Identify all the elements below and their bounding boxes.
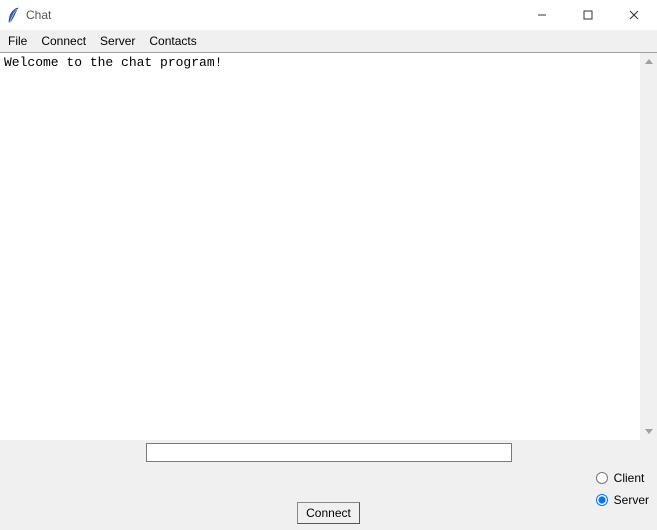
scroll-down-icon[interactable] (640, 423, 657, 440)
menu-contacts[interactable]: Contacts (149, 34, 196, 48)
message-input[interactable] (146, 443, 512, 462)
connect-button[interactable]: Connect (297, 502, 360, 524)
window-title: Chat (26, 8, 51, 22)
minimize-button[interactable] (519, 0, 565, 30)
menu-file[interactable]: File (8, 34, 27, 48)
radio-client-label: Client (614, 471, 645, 485)
menu-server[interactable]: Server (100, 34, 135, 48)
maximize-button[interactable] (565, 0, 611, 30)
bottom-panel: Client Server Connect (0, 464, 657, 530)
radio-client-input[interactable] (596, 472, 608, 484)
titlebar: Chat (0, 0, 657, 30)
close-button[interactable] (611, 0, 657, 30)
menubar: File Connect Server Contacts (0, 30, 657, 52)
app-window: Chat File Connect Server Contacts (0, 0, 657, 530)
chat-log[interactable] (0, 53, 640, 440)
app-icon (6, 6, 20, 24)
scrollbar[interactable] (640, 53, 657, 440)
menu-connect[interactable]: Connect (41, 34, 86, 48)
chat-area (0, 52, 657, 440)
connect-row: Connect (0, 502, 657, 524)
input-row (0, 440, 657, 464)
radio-client[interactable]: Client (594, 468, 649, 488)
scroll-up-icon[interactable] (640, 53, 657, 70)
